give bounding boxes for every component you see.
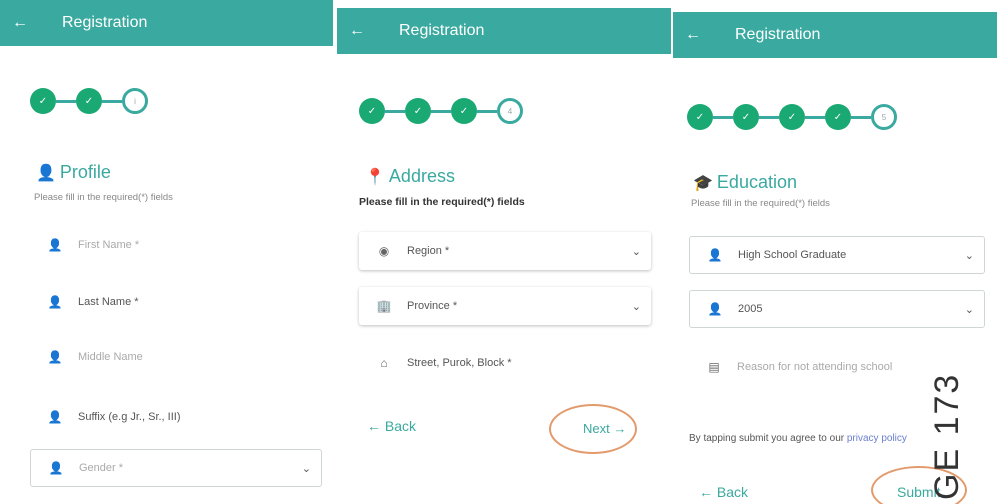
back-arrow-icon[interactable]: ← (673, 26, 713, 44)
step-connector (102, 99, 122, 103)
required-fields-hint: Please fill in the required(*) fields (359, 196, 525, 208)
region-select[interactable]: ◉ Region * ⌄ (359, 232, 651, 270)
step-3-complete: ✓ (779, 104, 805, 130)
last-name-label: Last Name * (78, 296, 139, 308)
step-1-complete: ✓ (687, 104, 713, 130)
building-icon: 🏢 (376, 299, 392, 313)
person-icon: 👤 (47, 295, 63, 309)
gender-placeholder: Gender * (79, 462, 124, 474)
step-1-complete: ✓ (30, 88, 56, 114)
globe-icon: ◉ (378, 244, 390, 258)
section-title-label: Address (388, 166, 455, 186)
app-bar-title: Registration (735, 26, 821, 43)
progress-stepper: ✓ ✓ ✓ ✓ 5 (687, 104, 897, 130)
back-arrow-icon[interactable]: ← (337, 22, 377, 40)
graduation-year-value: 2005 (738, 303, 763, 315)
progress-stepper: ✓ ✓ i (30, 88, 148, 114)
step-connector (759, 115, 779, 119)
chevron-down-icon: ⌄ (301, 462, 311, 475)
privacy-terms: By tapping submit you agree to our priva… (689, 433, 907, 444)
step-connector (713, 115, 733, 119)
section-title-label: Education (716, 172, 797, 192)
step-connector (56, 99, 76, 103)
education-level-select[interactable]: 👤 High School Graduate ⌄ (689, 236, 985, 274)
person-icon: 👤 (48, 461, 64, 475)
person-icon: 👤 (47, 238, 63, 252)
section-title: 📍 Address (365, 166, 455, 187)
province-label: Province * (407, 300, 458, 312)
progress-stepper: ✓ ✓ ✓ 4 (359, 98, 523, 124)
step-2-complete: ✓ (733, 104, 759, 130)
person-icon: 👤 (47, 350, 63, 364)
step-4-current: 4 (497, 98, 523, 124)
section-title: 🎓 Education (693, 172, 797, 193)
first-name-placeholder: First Name * (78, 239, 140, 251)
chevron-down-icon: ⌄ (631, 300, 641, 313)
registration-panel-profile: ← Registration ✓ ✓ i 👤 Profile Please fi… (0, 0, 333, 504)
step-connector (851, 115, 871, 119)
handwritten-annotation: GE 173 (928, 372, 966, 500)
privacy-policy-link[interactable]: privacy policy (847, 433, 907, 444)
step-4-complete: ✓ (825, 104, 851, 130)
section-title: 👤 Profile (36, 162, 111, 183)
street-field[interactable]: ⌂ Street, Purok, Block * (359, 344, 651, 382)
registration-panel-address: ← Registration ✓ ✓ ✓ 4 📍 Address Please … (337, 0, 671, 504)
graduation-year-select[interactable]: 👤 2005 ⌄ (689, 290, 985, 328)
education-level-value: High School Graduate (738, 249, 847, 261)
back-button[interactable]: ← Back (699, 484, 748, 500)
step-connector (431, 109, 451, 113)
step-1-complete: ✓ (359, 98, 385, 124)
terms-text: By tapping submit you agree to our (689, 433, 847, 444)
app-bar: ← Registration (673, 12, 997, 58)
app-bar-title: Registration (62, 14, 148, 31)
step-2-complete: ✓ (76, 88, 102, 114)
person-icon: 👤 (47, 410, 63, 424)
graduation-cap-icon: 🎓 (693, 174, 713, 192)
street-label: Street, Purok, Block * (407, 357, 512, 369)
middle-name-field[interactable]: 👤 Middle Name (30, 338, 322, 376)
user-icon: 👤 (36, 164, 56, 182)
suffix-label: Suffix (e.g Jr., Sr., III) (78, 411, 181, 423)
comment-icon: ▤ (708, 360, 720, 374)
required-fields-hint: Please fill in the required(*) fields (691, 198, 830, 209)
suffix-field[interactable]: 👤 Suffix (e.g Jr., Sr., III) (30, 398, 322, 436)
step-3-complete: ✓ (451, 98, 477, 124)
middle-name-placeholder: Middle Name (78, 351, 143, 363)
step-3-current: i (122, 88, 148, 114)
person-icon: 👤 (707, 248, 723, 262)
required-fields-hint: Please fill in the required(*) fields (34, 192, 173, 203)
map-pin-icon: 📍 (365, 168, 385, 186)
province-select[interactable]: 🏢 Province * ⌄ (359, 287, 651, 325)
step-connector (805, 115, 825, 119)
back-arrow-icon[interactable]: ← (0, 14, 40, 32)
gender-select[interactable]: 👤 Gender * ⌄ (30, 449, 322, 487)
app-bar-title: Registration (399, 22, 485, 39)
home-icon: ⌂ (380, 356, 388, 370)
step-5-current: 5 (871, 104, 897, 130)
back-button[interactable]: ← Back (367, 418, 416, 434)
step-connector (477, 109, 497, 113)
chevron-down-icon: ⌄ (964, 249, 974, 262)
first-name-field[interactable]: 👤 First Name * (30, 226, 322, 264)
next-button[interactable]: Next → (583, 421, 626, 436)
step-2-complete: ✓ (405, 98, 431, 124)
reason-placeholder: Reason for not attending school (737, 361, 893, 373)
section-title-label: Profile (59, 162, 111, 182)
chevron-down-icon: ⌄ (631, 245, 641, 258)
app-bar: ← Registration (337, 8, 671, 54)
region-label: Region * (407, 245, 450, 257)
chevron-down-icon: ⌄ (964, 303, 974, 316)
app-bar: ← Registration (0, 0, 333, 46)
last-name-field[interactable]: 👤 Last Name * (30, 283, 322, 321)
person-icon: 👤 (707, 302, 723, 316)
step-connector (385, 109, 405, 113)
